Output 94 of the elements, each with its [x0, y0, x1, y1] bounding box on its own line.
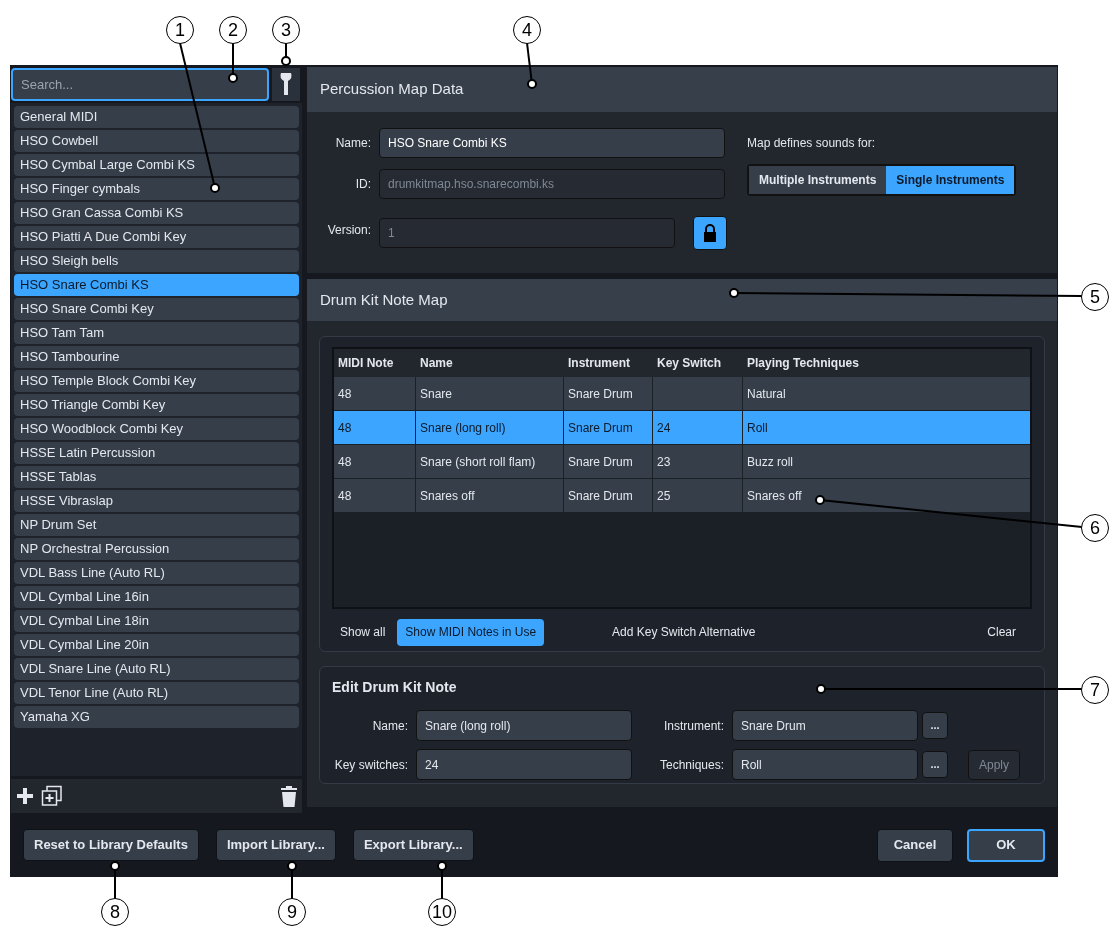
- callout-number: 9: [278, 898, 306, 926]
- callout-number: 4: [513, 16, 541, 44]
- library-item[interactable]: NP Drum Set: [14, 514, 299, 536]
- library-item[interactable]: HSO Piatti A Due Combi Key: [14, 226, 299, 248]
- text-field[interactable]: HSO Snare Combi KS: [379, 128, 725, 158]
- filter-button[interactable]: Show all: [332, 618, 394, 646]
- browse-button[interactable]: ...: [922, 712, 948, 739]
- field-label: Name:: [371, 717, 408, 735]
- library-item[interactable]: HSO Cymbal Large Combi KS: [14, 154, 299, 176]
- library-item[interactable]: NP Orchestral Percussion: [14, 538, 299, 560]
- library-item[interactable]: VDL Tenor Line (Auto RL): [14, 682, 299, 704]
- segment-option[interactable]: Multiple Instruments: [749, 166, 887, 194]
- field-label: Instrument:: [662, 717, 724, 735]
- action-button[interactable]: Clear: [979, 618, 1024, 646]
- table-row[interactable]: 48 Snare Snare Drum Natural: [334, 377, 1030, 411]
- library-item[interactable]: HSO Snare Combi Key: [14, 298, 299, 320]
- library-item[interactable]: General MIDI: [14, 106, 299, 128]
- table-cell: 24: [653, 411, 743, 444]
- field-label: ID:: [354, 176, 371, 193]
- table-cell-text: Snares off: [746, 487, 803, 505]
- text-field[interactable]: Snare (long roll): [416, 710, 632, 741]
- library-item[interactable]: VDL Cymbal Line 18in: [14, 610, 299, 632]
- library-item[interactable]: HSO Snare Combi KS: [14, 274, 299, 296]
- table-cell-text: Buzz roll: [746, 453, 794, 471]
- text-field[interactable]: Roll: [732, 749, 918, 780]
- library-item[interactable]: HSO Cowbell: [14, 130, 299, 152]
- search-field[interactable]: Search...: [11, 67, 269, 101]
- table-cell: Snare Drum: [564, 479, 653, 512]
- callout-number: 8: [101, 898, 129, 926]
- table-cell: 48: [334, 411, 416, 444]
- table-cell-text: Natural: [746, 385, 787, 403]
- table-row[interactable]: 48 Snares off Snare Drum 25 Snares off: [334, 479, 1030, 513]
- callout-number: 2: [219, 16, 247, 44]
- column-header: Key Switch: [656, 355, 723, 372]
- panel-title: Drum Kit Note Map: [320, 289, 448, 310]
- library-item[interactable]: HSSE Latin Percussion: [14, 442, 299, 464]
- table-cell: 48: [334, 445, 416, 478]
- action-button[interactable]: Add Key Switch Alternative: [604, 618, 764, 646]
- library-item[interactable]: HSO Temple Block Combi Key: [14, 370, 299, 392]
- library-item[interactable]: HSO Sleigh bells: [14, 250, 299, 272]
- library-item[interactable]: VDL Cymbal Line 20in: [14, 634, 299, 656]
- callout-number: 7: [1081, 676, 1109, 704]
- library-item[interactable]: Yamaha XG: [14, 706, 299, 728]
- column-header: Playing Techniques: [746, 355, 860, 372]
- segment-option[interactable]: Single Instruments: [886, 166, 1015, 194]
- table-cell: Snare (long roll): [416, 411, 564, 444]
- table-cell: Snare: [416, 377, 564, 410]
- panel-title: Percussion Map Data: [320, 79, 464, 100]
- table-cell: Snare (short roll flam): [416, 445, 564, 478]
- table-cell-text: Roll: [746, 419, 769, 437]
- sounds-for-label: Map defines sounds for:: [747, 135, 877, 152]
- column-header: Name: [419, 355, 454, 372]
- table-cell: Snare Drum: [564, 411, 653, 444]
- table-cell: 23: [653, 445, 743, 478]
- library-item[interactable]: HSO Tambourine: [14, 346, 299, 368]
- text-field[interactable]: Snare Drum: [732, 710, 918, 741]
- footer-button[interactable]: Reset to Library Defaults: [23, 829, 199, 861]
- table-cell: Snare Drum: [564, 445, 653, 478]
- library-item[interactable]: HSSE Tablas: [14, 466, 299, 488]
- table-cell: 48: [334, 377, 416, 410]
- library-item[interactable]: HSSE Vibraslap: [14, 490, 299, 512]
- text-field[interactable]: 24: [416, 749, 632, 780]
- library-item[interactable]: HSO Triangle Combi Key: [14, 394, 299, 416]
- field-label: Name:: [334, 135, 371, 152]
- table-cell: Snares off: [416, 479, 564, 512]
- dialog-button[interactable]: Cancel: [877, 828, 953, 862]
- table-cell: 48: [334, 479, 416, 512]
- callout-number: 1: [166, 16, 194, 44]
- table-row[interactable]: 48 Snare (long roll) Snare Drum 24 Roll: [334, 411, 1030, 445]
- section-title: Edit Drum Kit Note: [332, 678, 457, 697]
- table-row[interactable]: 48 Snare (short roll flam) Snare Drum 23 Buzz roll: [334, 445, 1030, 479]
- library-item[interactable]: VDL Bass Line (Auto RL): [14, 562, 299, 584]
- field-label: Techniques:: [658, 756, 724, 774]
- table-cell: Snare Drum: [564, 377, 653, 410]
- browse-button[interactable]: ...: [922, 751, 948, 778]
- callout-number: 6: [1081, 514, 1109, 542]
- table-cell: 25: [653, 479, 743, 512]
- field-label: Key switches:: [333, 756, 408, 774]
- dialog-button[interactable]: OK: [967, 828, 1045, 862]
- column-header: MIDI Note: [337, 355, 395, 372]
- library-item[interactable]: HSO Finger cymbals: [14, 178, 299, 200]
- footer-button[interactable]: Import Library...: [215, 829, 336, 861]
- callout-number: 5: [1081, 283, 1109, 311]
- library-item[interactable]: HSO Tam Tam: [14, 322, 299, 344]
- library-item[interactable]: VDL Cymbal Line 16in: [14, 586, 299, 608]
- library-item[interactable]: HSO Gran Cassa Combi KS: [14, 202, 299, 224]
- library-item[interactable]: HSO Woodblock Combi Key: [14, 418, 299, 440]
- field-label: Version:: [326, 222, 371, 239]
- library-item[interactable]: VDL Snare Line (Auto RL): [14, 658, 299, 680]
- callout-number: 10: [428, 898, 456, 926]
- filter-button[interactable]: Show MIDI Notes in Use: [397, 618, 545, 646]
- column-header: Instrument: [567, 355, 631, 372]
- footer-button[interactable]: Export Library...: [352, 829, 474, 861]
- callout-number: 3: [272, 16, 300, 44]
